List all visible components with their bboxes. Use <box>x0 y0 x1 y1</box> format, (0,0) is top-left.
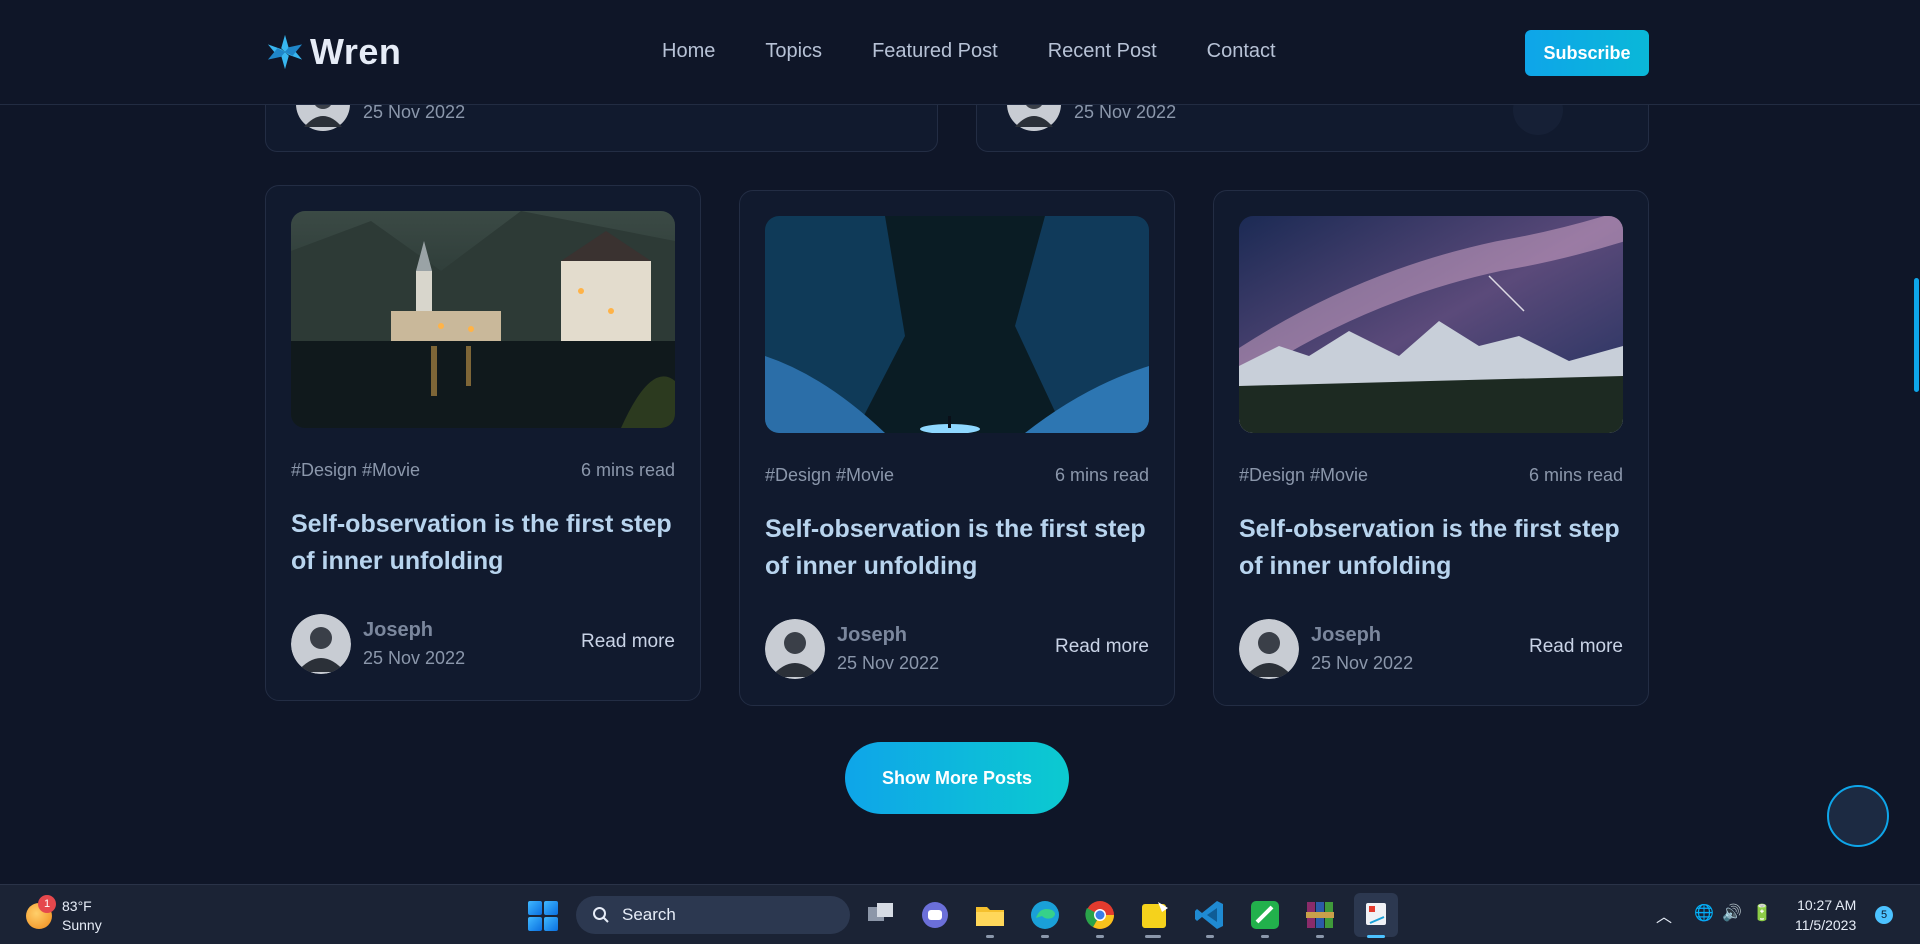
running-indicator <box>986 935 994 938</box>
clock-date: 11/5/2023 <box>1795 917 1857 933</box>
nav-topics[interactable]: Topics <box>765 40 822 63</box>
read-time: 6 mins read <box>1054 465 1149 485</box>
chrome-icon[interactable] <box>1083 898 1117 932</box>
post-tags[interactable]: #Design #Movie <box>291 460 420 481</box>
show-more-posts-button[interactable]: Show More Posts <box>845 742 1069 814</box>
nav-home[interactable]: Home <box>662 40 715 63</box>
chevron-up-icon[interactable]: ︿ <box>1656 903 1672 927</box>
author-avatar <box>765 619 825 679</box>
brand-name: Wren <box>310 31 402 72</box>
post-tags[interactable]: #Design #Movie <box>1239 465 1368 486</box>
subscribe-button[interactable]: Subscribe <box>1525 30 1649 76</box>
sun-icon: 1 <box>26 895 56 929</box>
author-name[interactable]: Joseph <box>1311 624 1413 647</box>
post-card[interactable]: #Design #Movie 6 mins read Self-observat… <box>265 185 701 701</box>
read-time: 6 mins read <box>1528 465 1623 485</box>
battery-icon[interactable]: 🔋 <box>1752 903 1772 923</box>
author-name[interactable]: Joseph <box>363 619 465 642</box>
author-info: Joseph 25 Nov 2022 <box>765 619 939 679</box>
read-more-button[interactable]: Read more <box>557 615 675 673</box>
search-placeholder: Search <box>622 905 676 924</box>
post-date: 25 Nov 2022 <box>1074 102 1177 122</box>
post-title[interactable]: Self-observation is the first step of in… <box>765 511 1155 585</box>
author-name[interactable]: Joseph <box>837 624 939 647</box>
winrar-icon[interactable] <box>1303 898 1337 932</box>
running-indicator <box>1206 935 1214 938</box>
author-info: Joseph 25 Nov 2022 <box>291 614 465 674</box>
task-view-icon[interactable] <box>864 898 898 932</box>
weather-condition: Sunny <box>62 917 102 933</box>
file-explorer-icon[interactable] <box>973 898 1007 932</box>
snipping-tool-icon[interactable] <box>1354 893 1398 937</box>
running-indicator <box>1261 935 1269 938</box>
main-nav: Home Topics Featured Post Recent Post Co… <box>662 40 1276 63</box>
post-title[interactable]: Self-observation is the first step of in… <box>1239 511 1629 585</box>
post-image-aurora[interactable] <box>765 216 1149 433</box>
read-more-button[interactable]: Read more <box>1031 620 1149 678</box>
nav-featured-post[interactable]: Featured Post <box>872 40 998 63</box>
temperature: 83°F <box>62 898 92 914</box>
weather-alert-badge: 1 <box>38 895 56 913</box>
scroll-to-top-button[interactable] <box>1827 785 1889 847</box>
read-more-button[interactable]: Read more <box>1505 620 1623 678</box>
language-globe-icon[interactable]: 🌐 <box>1694 903 1714 923</box>
post-date: 25 Nov 2022 <box>837 653 940 673</box>
author-info: Joseph 25 Nov 2022 <box>1239 619 1413 679</box>
taskbar-search[interactable]: Search <box>576 896 850 934</box>
nav-recent-post[interactable]: Recent Post <box>1048 40 1157 63</box>
active-indicator <box>1367 935 1385 938</box>
site-header: Wren Home Topics Featured Post Recent Po… <box>0 0 1920 105</box>
running-indicator <box>1145 935 1161 938</box>
post-date: 25 Nov 2022 <box>1311 653 1414 673</box>
windows-start-icon[interactable] <box>528 901 558 931</box>
clock-time: 10:27 AM <box>1797 897 1857 913</box>
post-title[interactable]: Self-observation is the first step of in… <box>291 506 681 580</box>
scrollbar-thumb[interactable] <box>1914 278 1919 392</box>
green-app-icon[interactable] <box>1248 898 1282 932</box>
edge-icon[interactable] <box>1028 898 1062 932</box>
volume-icon[interactable]: 🔊 <box>1722 903 1742 923</box>
running-indicator <box>1096 935 1104 938</box>
running-indicator <box>1316 935 1324 938</box>
post-card[interactable]: #Design #Movie 6 mins read Self-observat… <box>739 190 1175 706</box>
player-app-icon[interactable] <box>1138 898 1172 932</box>
teams-chat-icon[interactable] <box>918 898 952 932</box>
notification-badge[interactable]: 5 <box>1875 906 1893 924</box>
author-avatar <box>291 614 351 674</box>
post-date: 25 Nov 2022 <box>363 648 466 668</box>
post-image-milky-way[interactable] <box>1239 216 1623 433</box>
running-indicator <box>1041 935 1049 938</box>
vscode-icon[interactable] <box>1193 898 1227 932</box>
read-time: 6 mins read <box>580 460 675 480</box>
post-tags[interactable]: #Design #Movie <box>765 465 894 486</box>
brand-logo[interactable]: Wren <box>266 31 401 73</box>
taskbar: 1 83°F Sunny Search ︿ 🌐 🔊 🔋 10:27 AM 11/… <box>0 884 1920 944</box>
post-card[interactable]: #Design #Movie 6 mins read Self-observat… <box>1213 190 1649 706</box>
post-image-village[interactable] <box>291 211 675 428</box>
author-avatar <box>1239 619 1299 679</box>
weather-widget[interactable]: 1 83°F Sunny <box>26 895 102 935</box>
nav-contact[interactable]: Contact <box>1207 40 1276 63</box>
logo-star-icon <box>267 34 303 70</box>
post-date: 25 Nov 2022 <box>363 102 466 122</box>
system-clock[interactable]: 10:27 AM 11/5/2023 <box>1795 895 1856 935</box>
search-icon <box>593 907 609 923</box>
